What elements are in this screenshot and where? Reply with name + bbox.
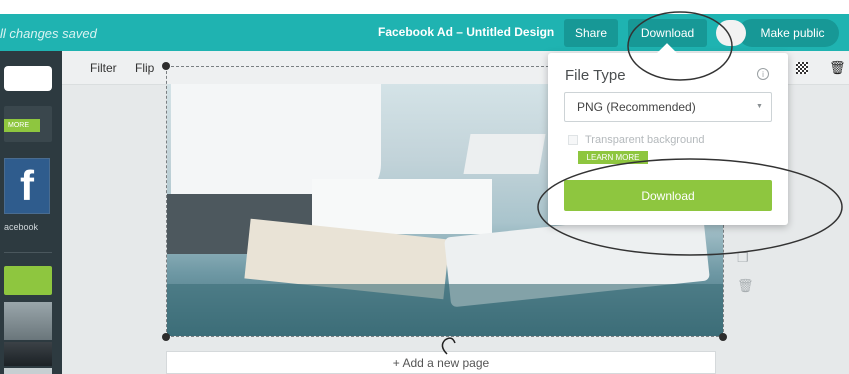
sidebar-photo-thumbnail[interactable] <box>4 368 52 374</box>
file-type-select[interactable]: PNG (Recommended) <box>564 92 772 122</box>
sidebar-more-button[interactable]: MORE <box>4 119 40 132</box>
design-title[interactable]: Facebook Ad – Untitled Design <box>378 25 554 39</box>
save-status: ll changes saved <box>0 26 97 41</box>
file-type-heading: File Type <box>565 67 626 84</box>
trash-icon[interactable]: 🗑 <box>829 60 846 76</box>
sidebar-divider <box>4 252 52 253</box>
sidebar-photo-thumbnail[interactable] <box>4 302 52 340</box>
sidebar-photo-thumbnail[interactable] <box>4 342 52 366</box>
learn-more-button[interactable]: LEARN MORE <box>578 151 648 164</box>
resize-handle[interactable] <box>719 333 727 341</box>
top-strip <box>0 0 849 14</box>
sidebar-upload-button[interactable] <box>4 266 52 295</box>
make-public-toggle[interactable] <box>716 20 746 46</box>
sidebar-search-input[interactable] <box>4 66 52 91</box>
filter-button[interactable]: Filter <box>90 61 117 75</box>
transparent-background-label: Transparent background <box>585 134 705 146</box>
download-button[interactable]: Download <box>564 180 772 211</box>
flip-button[interactable]: Flip <box>135 61 154 75</box>
copy-page-icon[interactable]: ❐ <box>737 250 749 266</box>
chevron-down-icon[interactable]: ▼ <box>756 103 763 110</box>
transparent-background-checkbox[interactable] <box>568 135 578 145</box>
make-public-button[interactable]: Make public <box>738 19 839 47</box>
transparency-icon[interactable] <box>796 62 808 74</box>
facebook-template-thumbnail[interactable]: f <box>4 158 50 214</box>
add-page-button[interactable]: + Add a new page <box>166 351 716 374</box>
delete-page-icon[interactable]: 🗑 <box>737 278 754 294</box>
sidebar-template-label: acebook <box>4 222 39 232</box>
share-button[interactable]: Share <box>564 19 618 47</box>
resize-handle[interactable] <box>162 333 170 341</box>
resize-handle[interactable] <box>162 62 170 70</box>
info-icon[interactable]: i <box>757 68 769 80</box>
